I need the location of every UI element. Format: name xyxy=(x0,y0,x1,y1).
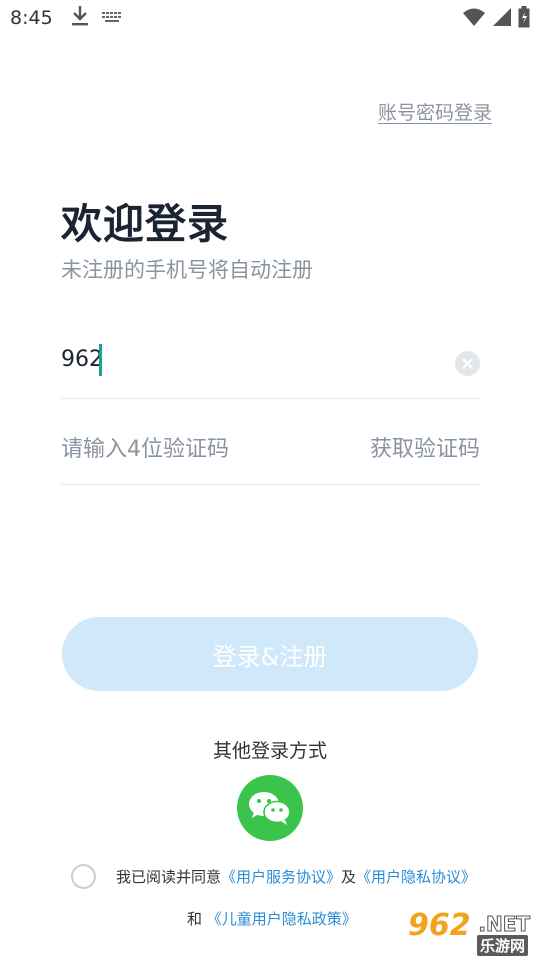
agreement-row-2: 和 《儿童用户隐私政策》 xyxy=(187,908,357,929)
wechat-icon xyxy=(249,792,291,825)
agreement-checkbox[interactable] xyxy=(71,864,96,889)
watermark-suffix: .NET xyxy=(478,912,531,937)
agreement-text: 我已阅读并同意《用户服务协议》及《用户隐私协议》 xyxy=(116,866,476,887)
wifi-icon xyxy=(462,7,486,31)
login-register-button[interactable]: 登录&注册 xyxy=(62,617,478,691)
page-title: 欢迎登录 xyxy=(61,200,229,248)
agreement-and: 及 xyxy=(341,868,357,886)
verification-code-input[interactable]: 请输入4位验证码 xyxy=(61,431,229,463)
agreement-prefix: 我已阅读并同意 xyxy=(116,868,222,886)
battery-icon xyxy=(518,6,530,32)
get-code-button[interactable]: 获取验证码 xyxy=(370,431,480,463)
signal-icon xyxy=(492,7,512,31)
close-icon xyxy=(462,358,473,369)
agreement-and-2: 和 xyxy=(187,910,203,928)
watermark-sub: 乐游网 xyxy=(476,935,528,956)
user-privacy-agreement-link[interactable]: 《用户隐私协议》 xyxy=(356,868,476,886)
agreement-row: 我已阅读并同意《用户服务协议》及《用户隐私协议》 xyxy=(71,864,476,889)
watermark-logo: 962 .NET 乐游网 xyxy=(402,908,534,956)
status-bar: 8:45 xyxy=(0,0,540,36)
account-password-login-link[interactable]: 账号密码登录 xyxy=(378,98,492,125)
keyboard-icon xyxy=(101,9,123,28)
clear-input-button[interactable] xyxy=(455,351,480,376)
download-icon xyxy=(71,5,89,31)
page-subtitle: 未注册的手机号将自动注册 xyxy=(61,258,313,282)
verification-code-row: 请输入4位验证码 获取验证码 xyxy=(61,415,480,485)
text-caret xyxy=(99,344,102,376)
phone-input-row[interactable]: 962 xyxy=(61,330,480,399)
watermark-brand: 962 xyxy=(408,908,471,943)
phone-input[interactable]: 962 xyxy=(61,347,103,372)
user-service-agreement-link[interactable]: 《用户服务协议》 xyxy=(221,868,341,886)
status-time: 8:45 xyxy=(10,7,53,29)
wechat-login-button[interactable] xyxy=(237,775,303,841)
other-login-label: 其他登录方式 xyxy=(212,740,327,762)
child-privacy-policy-link[interactable]: 《儿童用户隐私政策》 xyxy=(207,910,357,928)
